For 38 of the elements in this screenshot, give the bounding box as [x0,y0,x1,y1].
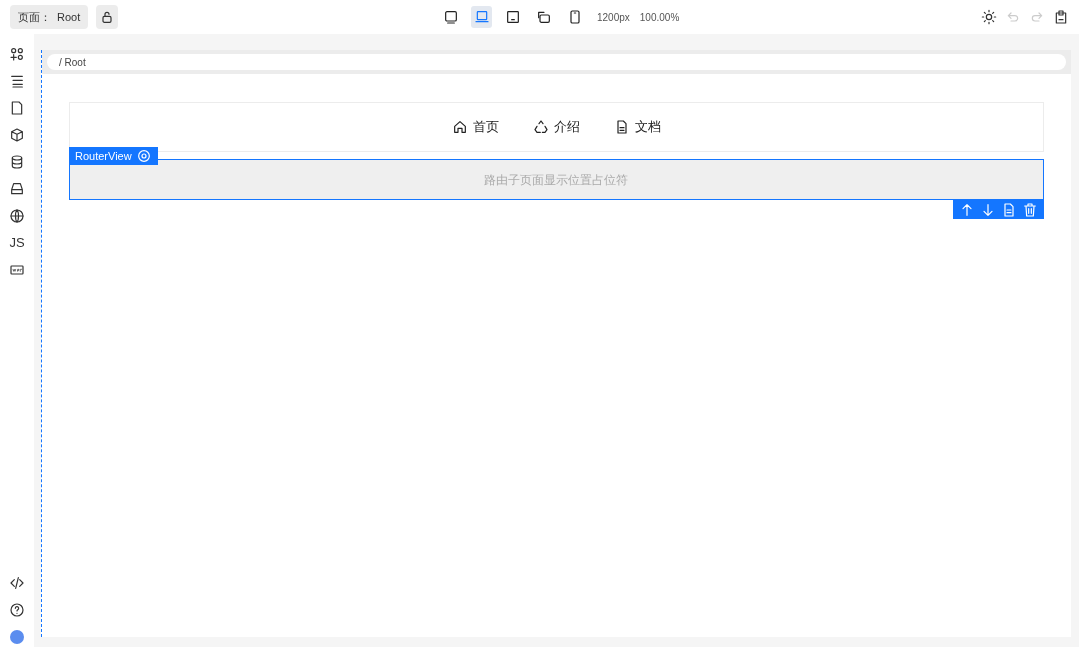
components-icon [9,46,25,62]
help-icon [9,602,25,618]
nav-link[interactable]: 首页 [452,117,499,137]
arrow-up-icon [959,201,975,218]
settings-icon [135,148,152,164]
breadcrumb[interactable]: / Root [59,54,86,70]
tablet-icon [504,9,521,25]
database-icon [9,154,25,170]
globe-icon [9,208,25,224]
page-icon [9,100,25,116]
component-tag[interactable]: RouterView [69,147,158,165]
code-icon [9,575,25,591]
js-icon[interactable]: JS [9,233,25,253]
home-icon [452,119,468,135]
canvas-width: 1200px [597,10,630,25]
nav-link[interactable]: 介绍 [533,117,580,137]
copy-icon [1001,201,1017,218]
canvas-zoom: 100.00% [639,10,680,25]
cube-icon [9,127,25,143]
theme-icon [981,9,997,25]
page-name: Root [57,9,81,25]
rotate-tablet-icon [535,9,552,25]
placeholder-text: 路由子页面显示位置占位符 [484,171,628,189]
monitor-icon [442,9,459,25]
lock-button[interactable] [96,5,119,29]
recycle-icon [533,119,549,135]
document-icon [614,119,630,135]
arrow-down-icon [980,201,996,218]
page-label: 页面： [18,9,51,25]
laptop-icon [473,9,490,25]
outline-icon [9,73,25,89]
tray-icon [9,181,25,197]
nav-link[interactable]: 文档 [614,117,661,137]
avatar-icon[interactable] [10,630,24,644]
schema-icon [9,262,25,278]
save-icon [1053,9,1069,25]
delete-icon [1022,201,1038,218]
page-selector[interactable]: 页面： Root [10,5,89,29]
